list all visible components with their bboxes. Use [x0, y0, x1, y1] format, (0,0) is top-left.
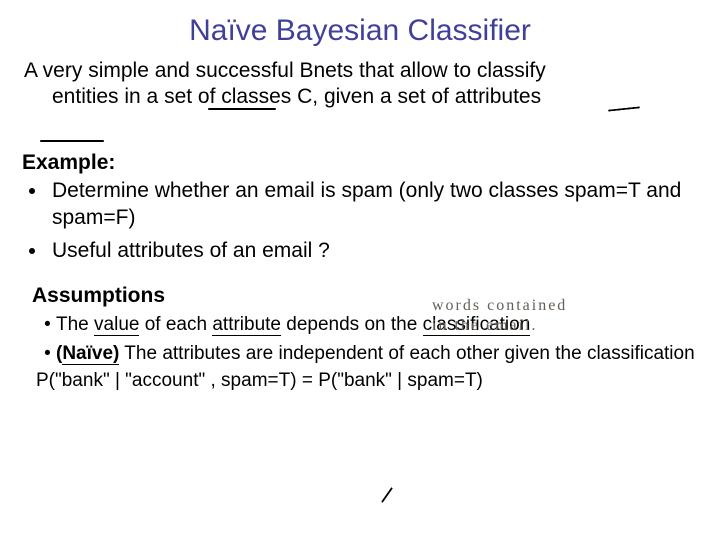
intro-line1: A very simple and successful Bnets that … — [24, 59, 546, 82]
intro-line2: entities in a set of classes C, given a … — [24, 84, 698, 110]
stroke-mark — [381, 487, 393, 503]
underline-mark — [40, 140, 104, 142]
handwritten-note-1: words contained — [432, 297, 567, 315]
t: of each — [139, 314, 212, 335]
t: depends on the — [281, 314, 423, 335]
assumption-2: (Naïve) The attributes are independent o… — [56, 341, 698, 367]
bullet-attributes: Useful attributes of an email ? — [48, 237, 698, 264]
word-value: value — [94, 314, 139, 336]
underline-mark — [208, 108, 276, 110]
word-classes: classes — [221, 85, 291, 108]
bullet-spam: Determine whether an email is spam (only… — [48, 177, 698, 232]
example-bullets: Determine whether an email is spam (only… — [22, 177, 698, 265]
probability-line: P("bank" | "account" , spam=T) = P("bank… — [36, 370, 698, 392]
assumptions-heading: Assumptions — [32, 284, 698, 308]
intro-text: A very simple and successful Bnets that … — [22, 58, 698, 111]
slide-title: Naïve Bayesian Classifier — [22, 14, 698, 48]
word-naive: Naïve) — [62, 343, 119, 365]
t: The attributes are independent of each o… — [119, 343, 694, 364]
t: The — [56, 314, 94, 335]
assumption-1: The value of each attribute depends on t… — [56, 312, 698, 338]
assumptions-list: The value of each attribute depends on t… — [22, 312, 698, 366]
handwritten-note-2: in the email. — [432, 317, 538, 335]
word-attributes: attributes — [455, 85, 541, 108]
t: entities in a set of — [52, 85, 221, 108]
slide: Naïve Bayesian Classifier A very simple … — [0, 0, 720, 540]
word-attribute: attribute — [212, 314, 281, 336]
t2: C, given a set of — [291, 85, 454, 108]
example-heading: Example: — [22, 151, 698, 175]
